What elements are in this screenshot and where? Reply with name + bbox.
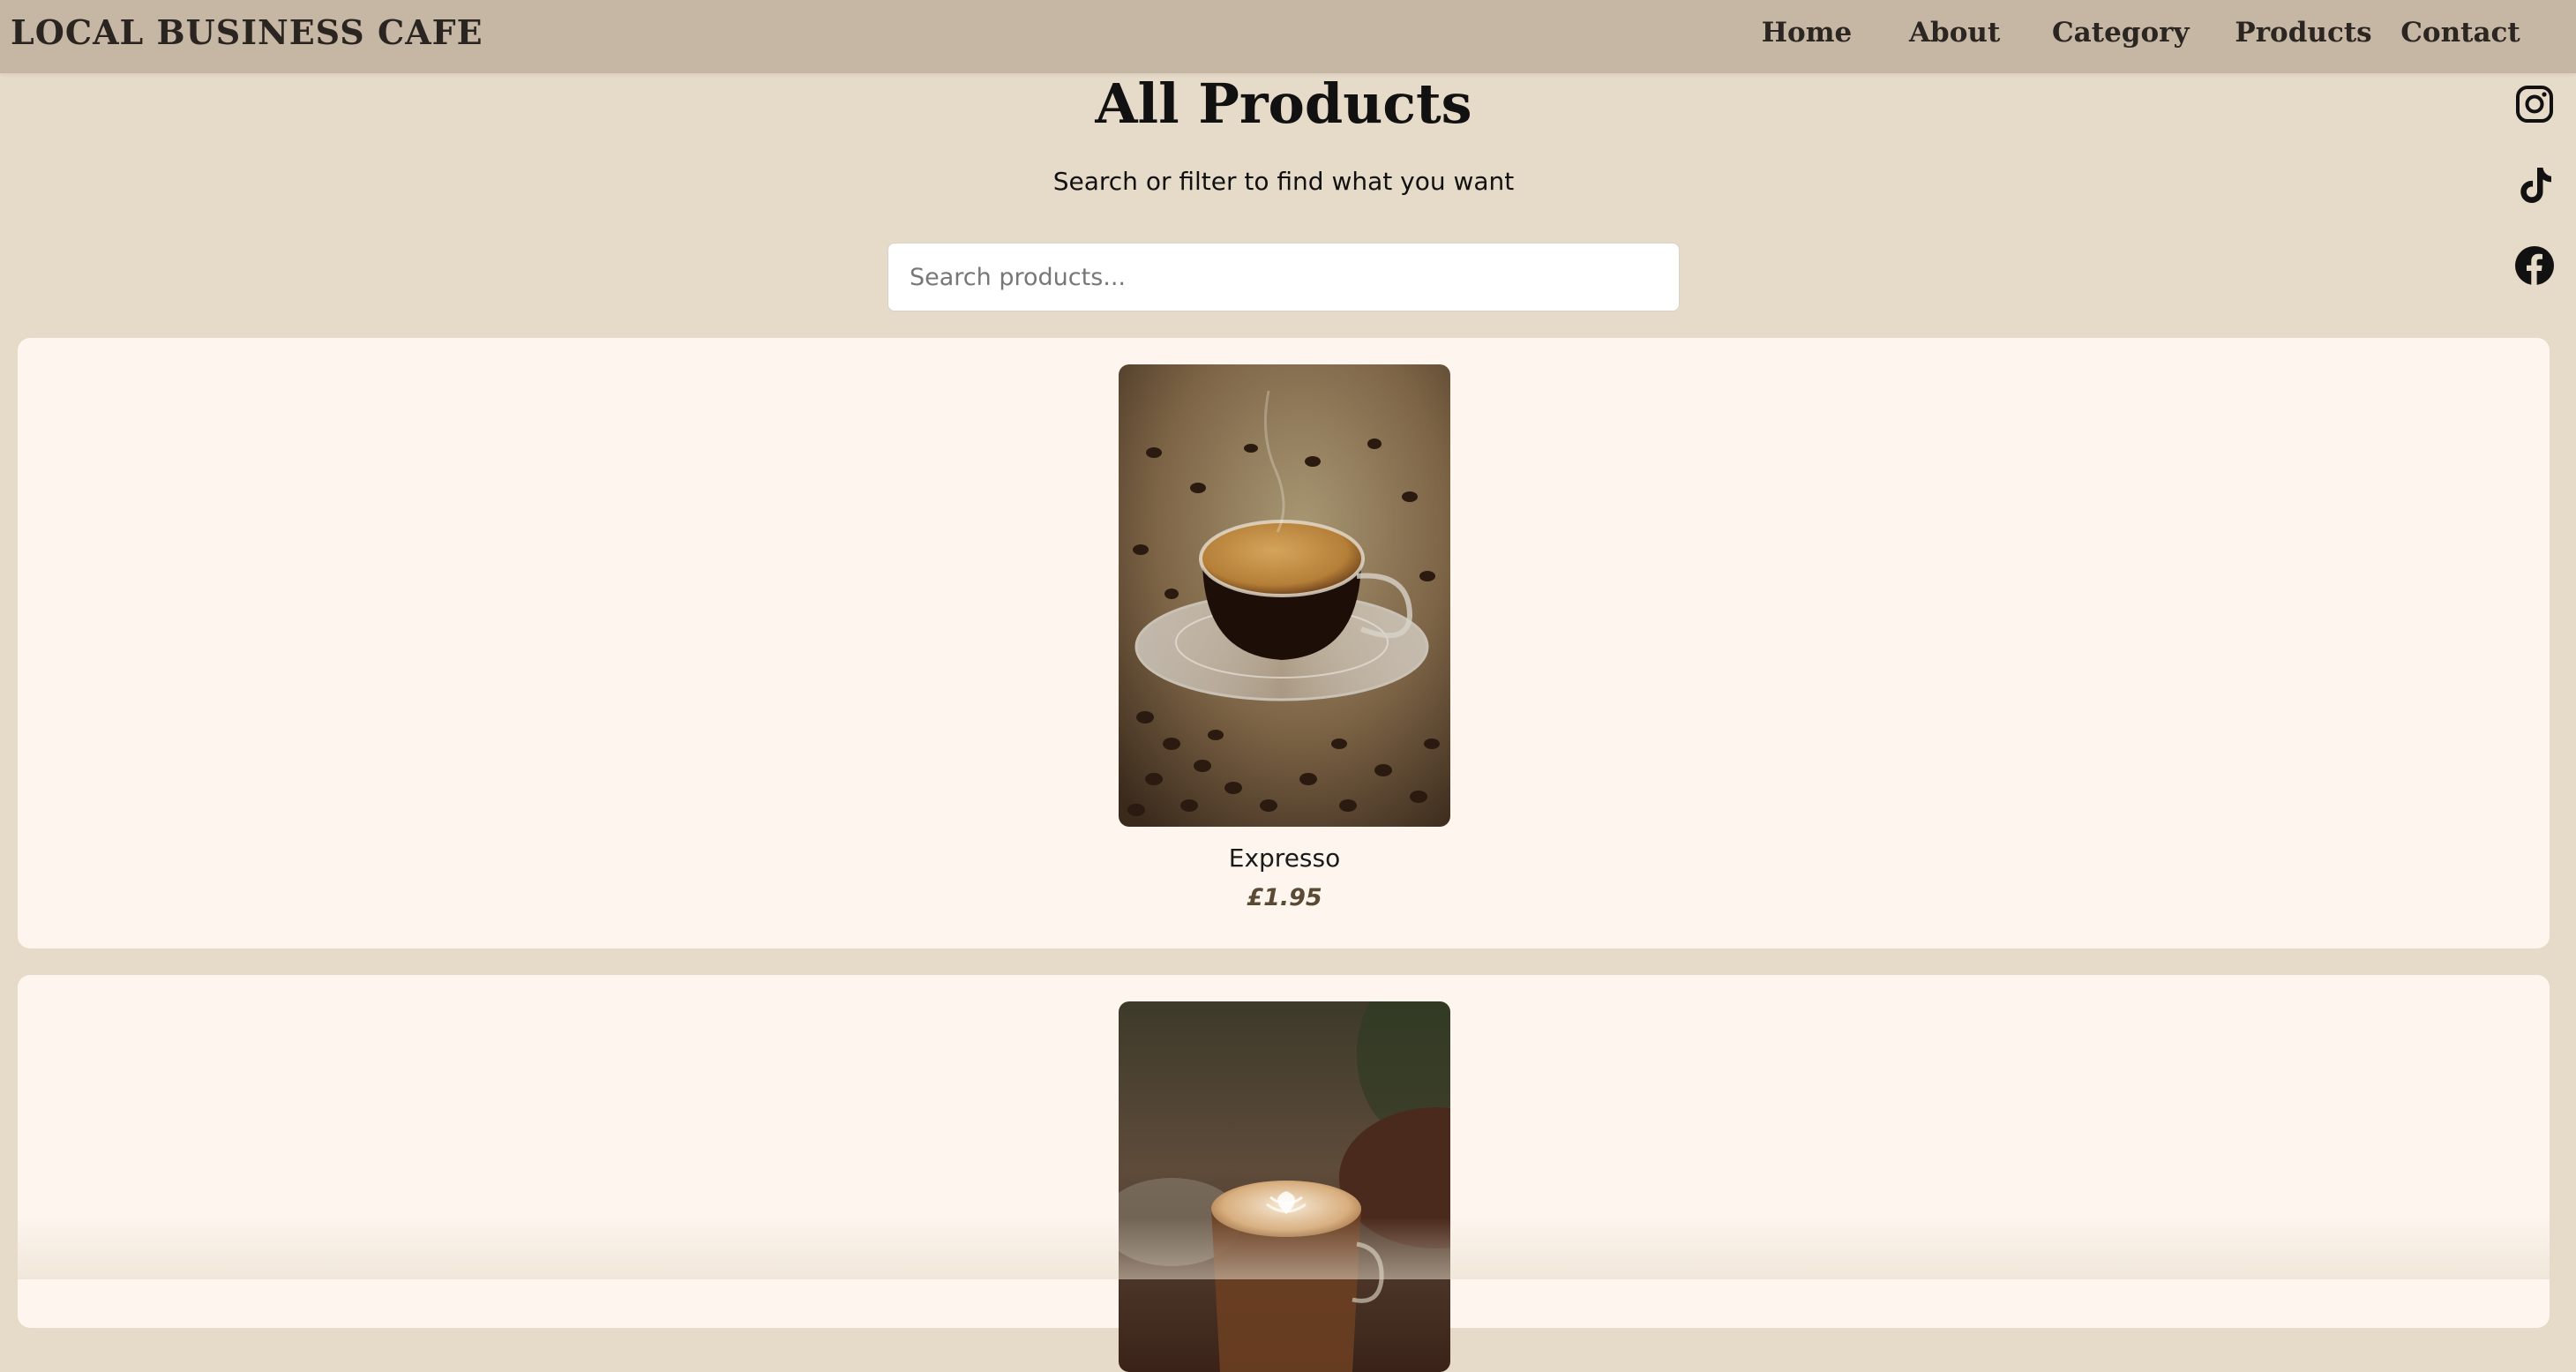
facebook-icon[interactable] (2513, 244, 2556, 287)
page-subtitle: Search or filter to find what you want (1052, 167, 1515, 196)
instagram-icon[interactable] (2513, 83, 2556, 125)
product-image-latte[interactable] (1119, 1001, 1450, 1372)
nav-item-contact[interactable]: Contact (2378, 11, 2542, 55)
product-card[interactable]: Expresso £1.95 (18, 338, 2550, 948)
product-card[interactable] (18, 975, 2550, 1372)
product-image-espresso[interactable] (1119, 364, 1450, 827)
nav-item-products[interactable]: Products (2234, 11, 2373, 55)
site-brand-logo[interactable]: LOCAL BUSINESS CAFE (11, 11, 483, 55)
nav-item-about[interactable]: About (1909, 11, 2000, 55)
product-name[interactable]: Expresso (1020, 841, 1549, 876)
top-navbar: LOCAL BUSINESS CAFE Home About Category … (0, 0, 2576, 73)
product-price: £1.95 (1247, 884, 1322, 911)
tiktok-icon[interactable] (2513, 164, 2556, 206)
page-title: All Products (1095, 71, 1472, 136)
nav-item-home[interactable]: Home (1761, 11, 1853, 55)
search-input[interactable] (887, 243, 1680, 311)
nav-item-category[interactable]: Category (2052, 11, 2190, 55)
